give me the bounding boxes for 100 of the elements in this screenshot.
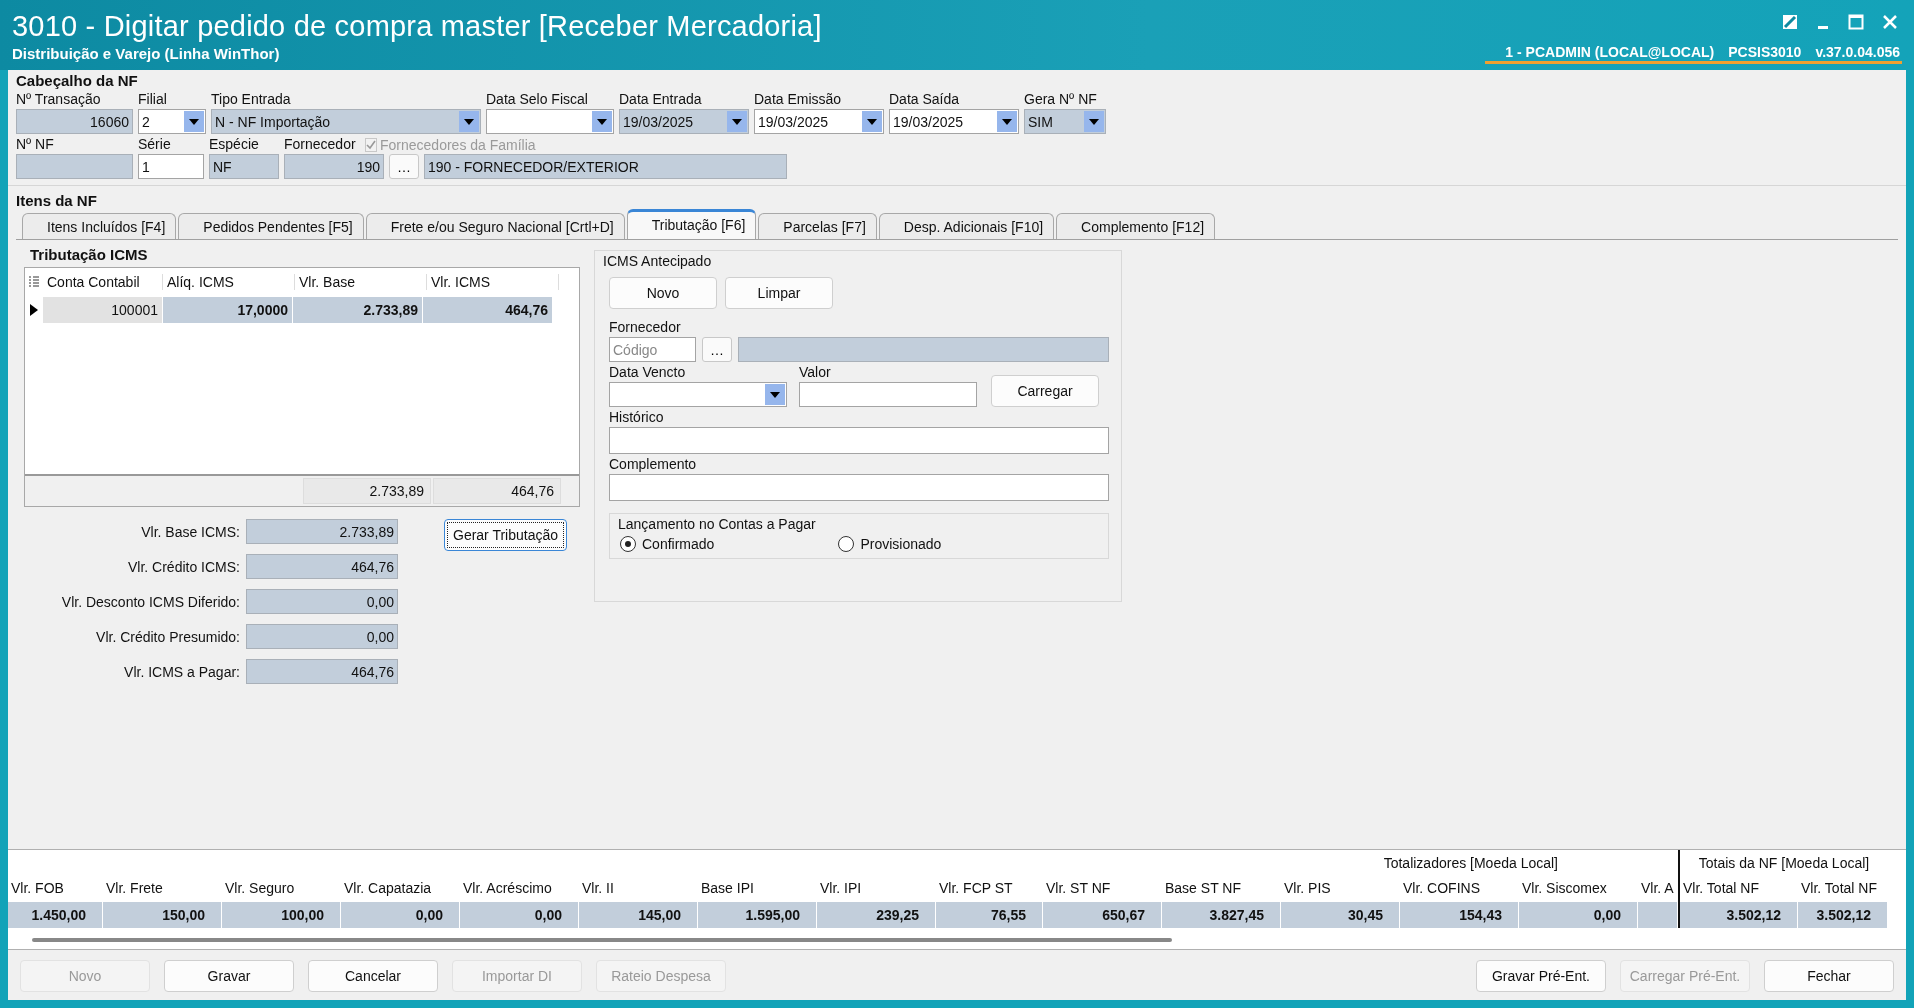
- total-cell: 0,00: [460, 902, 579, 928]
- column-header: Vlr. A: [1640, 879, 1675, 898]
- column-header[interactable]: Vlr. Base: [295, 274, 427, 290]
- footer-button[interactable]: Cancelar: [308, 960, 438, 992]
- dropdown-field[interactable]: 2: [138, 109, 206, 134]
- text-field[interactable]: 1: [138, 154, 204, 179]
- tab[interactable]: Desp. Adicionais [F10]: [878, 213, 1055, 239]
- radio-label: Confirmado: [642, 536, 715, 552]
- column-header: Vlr. Siscomex: [1521, 879, 1608, 898]
- text-field[interactable]: 190: [284, 154, 384, 179]
- total-cell: 2.733,89: [303, 478, 431, 504]
- dropdown-field[interactable]: N - NF Importação: [211, 109, 481, 134]
- footer-button[interactable]: Fechar: [1764, 960, 1894, 992]
- user-info: 1 - PCADMIN (LOCAL@LOCAL): [1505, 44, 1715, 60]
- group-title: Tributação ICMS: [30, 246, 149, 263]
- text-field[interactable]: 2.733,89: [246, 519, 398, 544]
- column-header: Vlr. Total NF: [1682, 879, 1760, 898]
- table-cell: 2.733,89: [293, 297, 423, 323]
- text-field[interactable]: 0,00: [246, 589, 398, 614]
- total-cell: 3.502,12: [1798, 902, 1888, 928]
- group-title: ICMS Antecipado: [603, 253, 713, 269]
- field-label: Fornecedor: [609, 319, 682, 337]
- tab[interactable]: Frete e/ou Seguro Nacional [Crtl+D]: [365, 213, 625, 239]
- text-field[interactable]: 464,76: [246, 554, 398, 579]
- column-header: Vlr. Total NF: [1800, 879, 1878, 898]
- close-icon[interactable]: [1882, 14, 1898, 30]
- window-title: 3010 - Digitar pedido de compra master [Receber Mercadoria]: [12, 10, 822, 43]
- field-label: Data Saída: [889, 91, 960, 109]
- total-cell: 0,00: [1519, 902, 1638, 928]
- tab[interactable]: Parcelas [F7]: [758, 213, 877, 239]
- radio-label: Provisionado: [860, 536, 942, 552]
- total-cell: 1.450,00: [8, 902, 103, 928]
- field-label: Vlr. Base ICMS:: [140, 523, 240, 540]
- column-header: Vlr. Frete: [105, 879, 164, 898]
- column-header: Vlr. FCP ST: [938, 879, 1014, 898]
- action-button[interactable]: Novo: [609, 277, 717, 309]
- restore-icon[interactable]: [1782, 14, 1798, 30]
- column-header[interactable]: Conta Contabil: [43, 274, 163, 290]
- field-label: Espécie: [209, 136, 259, 154]
- text-field[interactable]: [609, 474, 1109, 501]
- total-cell: 100,00: [222, 902, 341, 928]
- dropdown-field[interactable]: [486, 109, 614, 134]
- section-title: Itens da NF: [16, 192, 98, 209]
- field-label: Gera Nº NF: [1024, 91, 1097, 109]
- dropdown-field[interactable]: 19/03/2025: [889, 109, 1019, 134]
- text-field[interactable]: 16060: [16, 109, 133, 134]
- action-button[interactable]: Limpar: [725, 277, 833, 309]
- field-label: Vlr. Crédito ICMS:: [126, 558, 240, 575]
- text-field[interactable]: 190 - FORNECEDOR/EXTERIOR: [424, 154, 787, 179]
- text-field[interactable]: [16, 154, 133, 179]
- column-header: Vlr. Seguro: [224, 879, 296, 898]
- footer-button[interactable]: Gravar: [164, 960, 294, 992]
- text-field[interactable]: 0,00: [246, 624, 398, 649]
- load-button[interactable]: Carregar: [991, 375, 1099, 407]
- column-header: Vlr. Acréscimo: [462, 879, 553, 898]
- table-cell: 100001: [43, 297, 163, 323]
- field-label: Vlr. ICMS a Pagar:: [123, 663, 240, 680]
- column-header: Vlr. Capatazia: [343, 879, 433, 898]
- radio-button[interactable]: [620, 536, 636, 552]
- text-field[interactable]: [799, 382, 977, 407]
- text-field[interactable]: 464,76: [246, 659, 398, 684]
- text-field[interactable]: NF: [209, 154, 279, 179]
- field-label: Fornecedor: [284, 136, 356, 154]
- dropdown-field[interactable]: 19/03/2025: [619, 109, 749, 134]
- field-label: Tipo Entrada: [211, 91, 291, 109]
- column-header: Vlr. ST NF: [1045, 879, 1112, 898]
- field-label: Valor: [799, 364, 832, 382]
- total-cell: 150,00: [103, 902, 222, 928]
- field-label: Data Emissão: [754, 91, 842, 109]
- dropdown-field[interactable]: 19/03/2025: [754, 109, 884, 134]
- tab[interactable]: Itens Incluídos [F4]: [22, 213, 177, 239]
- field-label: Vlr. Crédito Presumido:: [95, 628, 240, 645]
- dropdown-field[interactable]: SIM: [1024, 109, 1106, 134]
- code-field[interactable]: Código: [609, 337, 696, 362]
- lookup-button[interactable]: …: [389, 154, 419, 179]
- maximize-icon[interactable]: [1848, 14, 1864, 30]
- text-field[interactable]: [609, 427, 1109, 454]
- total-cell: 3.502,12: [1680, 902, 1798, 928]
- dropdown-field[interactable]: [609, 382, 787, 407]
- radio-button[interactable]: [838, 536, 855, 552]
- field-label: Vlr. Desconto ICMS Diferido:: [60, 593, 240, 610]
- column-header: Base ST NF: [1164, 879, 1242, 898]
- scrollbar-thumb[interactable]: [32, 938, 1172, 942]
- column-header[interactable]: Vlr. ICMS: [427, 274, 559, 290]
- field-label: Data Vencto: [609, 364, 687, 382]
- table-cell: 464,76: [423, 297, 553, 323]
- group-title: Lançamento no Contas a Pagar: [618, 516, 817, 532]
- footer-button[interactable]: Gravar Pré-Ent.: [1476, 960, 1606, 992]
- tab[interactable]: Pedidos Pendentes [F5]: [178, 213, 364, 239]
- column-header[interactable]: Alíq. ICMS: [163, 274, 295, 290]
- total-cell: 76,55: [936, 902, 1043, 928]
- text-field[interactable]: [738, 337, 1109, 362]
- total-cell: 650,67: [1043, 902, 1162, 928]
- field-label: Nº NF: [16, 136, 54, 154]
- generate-button[interactable]: Gerar Tributação: [444, 519, 568, 551]
- lookup-button[interactable]: …: [702, 337, 732, 362]
- tab[interactable]: Tributação [F6]: [626, 209, 757, 239]
- tab[interactable]: Complemento [F12]: [1056, 213, 1216, 239]
- total-cell: 239,25: [817, 902, 936, 928]
- totals-title: Totalizadores [Moeda Local]: [1383, 855, 1558, 871]
